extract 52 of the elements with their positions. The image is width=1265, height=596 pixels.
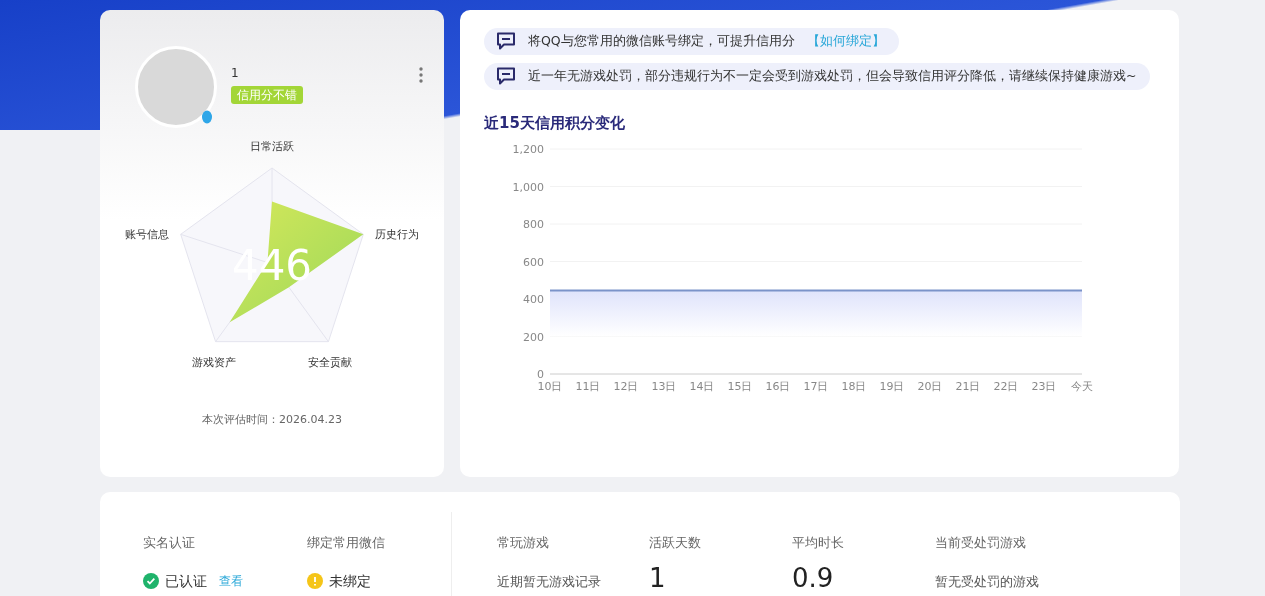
x-tick-label: 10日 <box>537 380 563 393</box>
view-link[interactable]: 查看 <box>219 572 243 591</box>
radar-label: 日常活跃 <box>250 140 294 153</box>
field-label: 实名认证 <box>143 534 196 552</box>
stat-label: 当前受处罚游戏 <box>935 534 1027 552</box>
x-tick-label: 17日 <box>803 380 829 393</box>
radar-label: 安全贡献 <box>308 355 353 369</box>
x-tick-label: 23日 <box>1031 380 1057 393</box>
x-tick-label: 21日 <box>955 380 981 393</box>
more-icon[interactable] <box>419 67 423 83</box>
radar-label: 账号信息 <box>124 228 169 242</box>
x-tick-label: 11日 <box>575 380 601 393</box>
radar-label: 历史行为 <box>375 228 420 242</box>
chat-icon <box>496 32 516 51</box>
stat-value: 1 <box>649 564 667 591</box>
radar-label: 游戏资产 <box>191 355 236 369</box>
x-tick-label: 19日 <box>879 380 905 393</box>
field-label: 绑定常用微信 <box>307 534 385 552</box>
stat-value: 暂无受处罚的游戏 <box>935 572 1040 591</box>
y-tick-label: 1,200 <box>512 143 544 156</box>
warning-icon <box>307 573 323 590</box>
status-text: 未绑定 <box>329 571 371 591</box>
notice-text: 近一年无游戏处罚，部分违规行为不一定会受到游戏处罚，但会导致信用评分降低，请继续保持健康游戏~ <box>528 66 1137 85</box>
stat-label: 活跃天数 <box>649 534 702 552</box>
stat-label: 平均时长 <box>792 534 845 552</box>
x-tick-label: 20日 <box>917 380 943 393</box>
stat-label: 常玩游戏 <box>497 534 550 552</box>
evaluation-time: 本次评估时间：2026.04.23 <box>201 412 343 428</box>
notice-text: 将QQ与您常用的微信账号绑定，可提升信用分 <box>528 32 795 50</box>
stat-value: 0.9 <box>792 564 835 591</box>
x-tick-label: 22日 <box>993 380 1019 393</box>
y-tick-label: 1,000 <box>512 180 544 194</box>
x-tick-label: 今天 <box>1071 380 1093 393</box>
y-tick-label: 800 <box>523 218 544 231</box>
x-tick-label: 16日 <box>765 380 791 393</box>
chart-title: 近15天信用积分变化 <box>484 112 626 134</box>
x-tick-label: 12日 <box>613 380 639 393</box>
status-text: 已认证 <box>165 571 207 591</box>
x-tick-label: 18日 <box>841 380 867 393</box>
y-tick-label: 0 <box>537 368 544 381</box>
check-icon <box>143 573 159 590</box>
user-name: 1 <box>231 65 240 82</box>
chat-icon <box>496 67 516 86</box>
y-tick-label: 200 <box>523 330 544 344</box>
credit-badge: 信用分不错 <box>231 86 303 104</box>
x-tick-label: 15日 <box>727 380 753 393</box>
y-tick-label: 600 <box>523 255 544 269</box>
x-tick-label: 13日 <box>651 380 677 393</box>
stat-value: 近期暂无游戏记录 <box>497 572 602 591</box>
how-to-bind-link[interactable]: 【如何绑定】 <box>806 32 885 51</box>
y-tick-label: 400 <box>523 293 544 306</box>
x-tick-label: 14日 <box>689 380 715 393</box>
